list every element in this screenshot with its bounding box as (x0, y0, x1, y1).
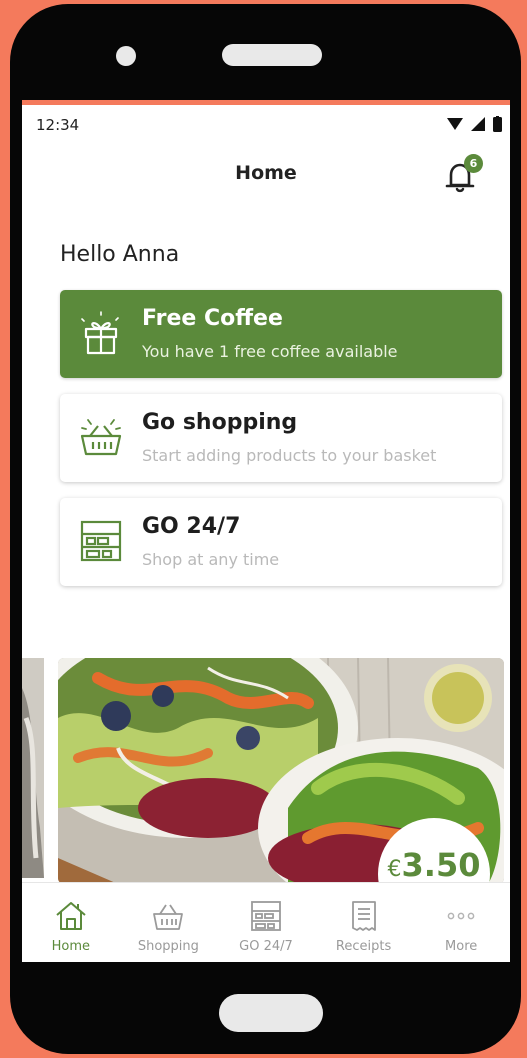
basket-icon (153, 904, 184, 930)
card-title: GO 24/7 (142, 514, 241, 539)
camera (116, 46, 136, 66)
nav-item-more[interactable]: More (412, 883, 510, 962)
nav-label: Home (51, 939, 90, 954)
more-dots-icon (447, 912, 475, 920)
gift-icon (81, 311, 119, 355)
store-shelf-icon (251, 901, 281, 931)
card-subtitle: Shop at any time (142, 550, 280, 569)
battery-icon (493, 116, 502, 132)
nav-label: GO 24/7 (239, 939, 293, 954)
go-shopping-card[interactable]: Go shopping Start adding products to you… (60, 394, 502, 482)
carousel-previous-slide[interactable] (22, 658, 44, 878)
page-title: Home (235, 162, 297, 184)
device-home-button[interactable] (219, 994, 323, 1032)
basket-icon (80, 419, 122, 456)
greeting: Hello Anna (60, 242, 180, 267)
app-screen: 12:34 Home 6 Hello Anna Free Coffee You … (22, 100, 510, 962)
store-shelf-icon (80, 520, 122, 562)
free-coffee-card[interactable]: Free Coffee You have 1 free coffee avail… (60, 290, 502, 378)
nav-label: Receipts (335, 939, 392, 954)
status-bar: 12:34 (22, 106, 510, 142)
price-currency: € (387, 857, 402, 882)
receipt-icon (351, 901, 376, 931)
nav-item-go-24-7[interactable]: GO 24/7 (217, 883, 315, 962)
nav-label: Shopping (137, 939, 199, 954)
nav-item-home[interactable]: Home (22, 883, 120, 962)
food-image (22, 658, 44, 878)
home-icon (56, 902, 86, 930)
nav-label: More (445, 939, 478, 954)
notifications-button[interactable]: 6 (443, 154, 485, 193)
signal-icon (471, 117, 485, 131)
card-title: Free Coffee (142, 306, 283, 331)
nav-item-receipts[interactable]: Receipts (315, 883, 413, 962)
wifi-icon (447, 118, 463, 130)
bottom-navigation: Home Shopping GO 24/7 Receipts More (22, 882, 510, 962)
card-subtitle: You have 1 free coffee available (142, 342, 398, 361)
notification-badge: 6 (464, 154, 483, 173)
speaker (222, 44, 322, 66)
status-icons (447, 116, 502, 132)
card-subtitle: Start adding products to your basket (142, 446, 437, 465)
status-time: 12:34 (36, 116, 80, 134)
price-value: 3.50 (401, 846, 481, 884)
nav-item-shopping[interactable]: Shopping (120, 883, 218, 962)
promo-banner[interactable]: €3.50 (58, 658, 504, 884)
phone-frame: 12:34 Home 6 Hello Anna Free Coffee You … (10, 4, 521, 1054)
card-title: Go shopping (142, 410, 298, 435)
go-24-7-card[interactable]: GO 24/7 Shop at any time (60, 498, 502, 586)
